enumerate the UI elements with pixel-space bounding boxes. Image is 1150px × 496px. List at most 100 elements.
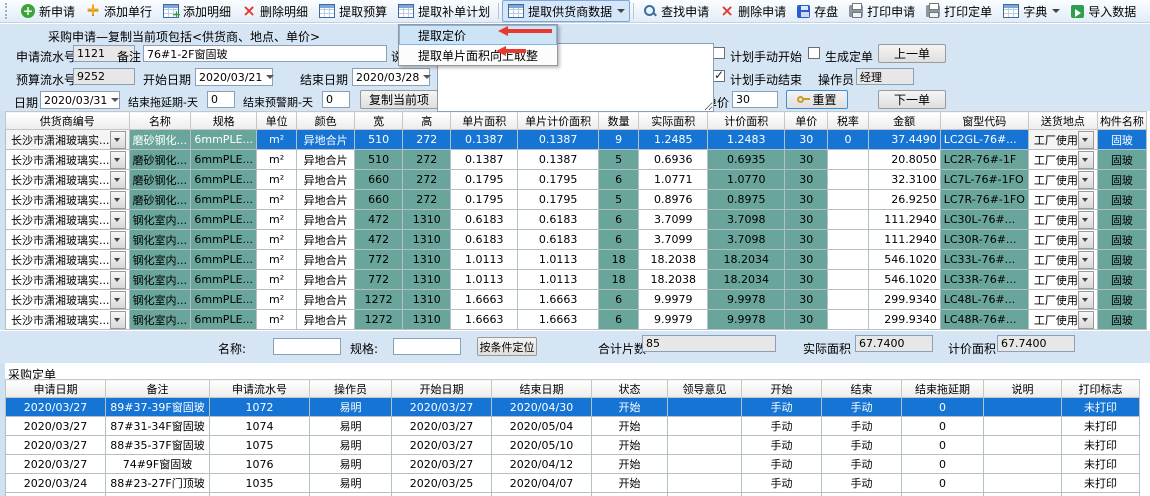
combo-arrow-icon[interactable] bbox=[1078, 251, 1094, 269]
column-header[interactable]: 高 bbox=[403, 112, 451, 130]
toolbar-item-extract-supplement-plan[interactable]: 提取补单计划 bbox=[392, 0, 495, 22]
column-header[interactable]: 结束拖延期 bbox=[902, 380, 984, 398]
column-header[interactable]: 宽 bbox=[355, 112, 403, 130]
toolbar-item-extract-supplier-data[interactable]: 提取供货商数据 bbox=[502, 0, 630, 22]
combo-arrow-icon[interactable] bbox=[110, 171, 126, 189]
end-warning-input[interactable] bbox=[322, 91, 350, 108]
table-row[interactable]: 2020/03/2488#23-27F门顶玻1035易明2020/03/2520… bbox=[6, 474, 1140, 493]
column-header[interactable]: 金额 bbox=[868, 112, 940, 130]
toolbar-item-import-data[interactable]: 导入数据 bbox=[1065, 1, 1141, 22]
remark-input[interactable] bbox=[143, 45, 387, 62]
column-header[interactable]: 单片面积 bbox=[451, 112, 518, 130]
plan-manual-start-checkbox[interactable] bbox=[713, 47, 725, 59]
column-header[interactable]: 申请日期 bbox=[6, 380, 106, 398]
table-row[interactable]: 长沙市潇湘玻璃实...钢化室内...6mmPLE...m²异地合片1272131… bbox=[6, 310, 1147, 330]
toolbar-item-new-application[interactable]: 新申请 bbox=[15, 1, 80, 22]
column-header[interactable]: 开始日期 bbox=[392, 380, 492, 398]
combo-arrow-icon[interactable] bbox=[110, 131, 126, 149]
combo-arrow-icon[interactable] bbox=[1078, 171, 1094, 189]
column-header[interactable]: 名称 bbox=[129, 112, 191, 130]
table-row[interactable]: 长沙市潇湘玻璃实...钢化室内...6mmPLE...m²异地合片7721310… bbox=[6, 250, 1147, 270]
table-row[interactable]: 2020/03/2787#31-34F窗固玻1074易明2020/03/2720… bbox=[6, 417, 1140, 436]
prev-order-button[interactable]: 上一单 bbox=[878, 44, 946, 63]
toolbar-item-dictionary[interactable]: 字典 bbox=[997, 0, 1065, 22]
menu-item-extract-piece-area-round-up[interactable]: 提取单片面积向上取整 bbox=[399, 45, 557, 65]
table-row[interactable]: 2020/03/2788#35-37F窗固玻1075易明2020/03/2720… bbox=[6, 436, 1140, 455]
column-header[interactable]: 结束 bbox=[822, 380, 902, 398]
combo-arrow-icon[interactable] bbox=[110, 191, 126, 209]
toolbar-item-extract-budget[interactable]: 提取预算 bbox=[313, 0, 392, 22]
table-row[interactable]: 长沙市潇湘玻璃实...钢化室内...6mmPLE...m²异地合片4721310… bbox=[6, 210, 1147, 230]
column-header[interactable]: 数量 bbox=[599, 112, 639, 130]
column-header[interactable]: 备注 bbox=[106, 380, 210, 398]
table-row[interactable]: 长沙市潇湘玻璃实...磨砂钢化...6mmPLE...m²异地合片5102720… bbox=[6, 150, 1147, 170]
name-filter-input[interactable] bbox=[273, 338, 341, 355]
unit-price-input[interactable] bbox=[732, 91, 778, 108]
column-header[interactable]: 单片计价面积 bbox=[518, 112, 599, 130]
start-date-select[interactable]: 2020/03/21 bbox=[195, 68, 273, 86]
combo-arrow-icon[interactable] bbox=[110, 251, 126, 269]
column-header[interactable]: 单位 bbox=[257, 112, 297, 130]
combo-arrow-icon[interactable] bbox=[110, 271, 126, 289]
next-order-button[interactable]: 下一单 bbox=[878, 90, 946, 109]
toolbar-item-add-detail[interactable]: 添加明细 bbox=[157, 0, 236, 22]
toolbar-item-delete-detail[interactable]: 删除明细 bbox=[236, 1, 313, 22]
column-header[interactable]: 单价 bbox=[785, 112, 828, 130]
combo-arrow-icon[interactable] bbox=[1078, 191, 1094, 209]
column-header[interactable]: 结束日期 bbox=[492, 380, 592, 398]
table-row[interactable]: 长沙市潇湘玻璃实...磨砂钢化...6mmPLE...m²异地合片5102720… bbox=[6, 130, 1147, 150]
operator-input[interactable] bbox=[856, 68, 914, 85]
combo-arrow-icon[interactable] bbox=[1078, 211, 1094, 229]
table-row[interactable]: 长沙市潇湘玻璃实...钢化室内...6mmPLE...m²异地合片1272131… bbox=[6, 290, 1147, 310]
table-row[interactable]: 长沙市潇湘玻璃实...钢化室内...6mmPLE...m²异地合片7721310… bbox=[6, 270, 1147, 290]
table-row[interactable] bbox=[6, 493, 1140, 496]
column-header[interactable]: 状态 bbox=[592, 380, 668, 398]
combo-arrow-icon[interactable] bbox=[110, 151, 126, 169]
column-header[interactable]: 申请流水号 bbox=[210, 380, 310, 398]
column-header[interactable]: 领导意见 bbox=[668, 380, 742, 398]
column-header[interactable]: 开始 bbox=[742, 380, 822, 398]
generate-order-checkbox[interactable] bbox=[808, 47, 820, 59]
date-select[interactable]: 2020/03/31 bbox=[40, 91, 120, 109]
table-row[interactable]: 长沙市潇湘玻璃实...磨砂钢化...6mmPLE...m²异地合片6602720… bbox=[6, 170, 1147, 190]
combo-arrow-icon[interactable] bbox=[1078, 271, 1094, 289]
combo-arrow-icon[interactable] bbox=[1078, 231, 1094, 249]
toolbar-item-print-order[interactable]: 打印定单 bbox=[920, 1, 997, 22]
combo-arrow-icon[interactable] bbox=[110, 211, 126, 229]
locate-by-condition-button[interactable]: 按条件定位 bbox=[477, 337, 537, 356]
copy-current-button[interactable]: 复制当前项 bbox=[360, 90, 438, 109]
toolbar-item-print-application[interactable]: 打印申请 bbox=[843, 1, 920, 22]
column-header[interactable]: 规格 bbox=[191, 112, 257, 130]
column-header[interactable]: 操作员 bbox=[310, 380, 392, 398]
chevron-down-icon[interactable] bbox=[1052, 9, 1060, 13]
toolbar-item-add-single-row[interactable]: 添加单行 bbox=[80, 1, 157, 22]
column-header[interactable]: 税率 bbox=[828, 112, 868, 130]
combo-arrow-icon[interactable] bbox=[110, 311, 126, 329]
column-header[interactable]: 说明 bbox=[984, 380, 1062, 398]
toolbar-item-search-application[interactable]: 查找申请 bbox=[637, 1, 714, 22]
combo-arrow-icon[interactable] bbox=[1078, 151, 1094, 169]
spec-filter-input[interactable] bbox=[393, 338, 461, 355]
combo-arrow-icon[interactable] bbox=[1078, 291, 1094, 309]
table-row[interactable]: 2020/03/2774#9F窗固玻1076易明2020/03/272020/0… bbox=[6, 455, 1140, 474]
column-header[interactable]: 供货商编号 bbox=[6, 112, 130, 130]
column-header[interactable]: 颜色 bbox=[297, 112, 355, 130]
column-header[interactable]: 构件名称 bbox=[1097, 112, 1146, 130]
combo-arrow-icon[interactable] bbox=[1078, 311, 1094, 329]
reset-button[interactable]: 重置 bbox=[786, 90, 848, 109]
combo-arrow-icon[interactable] bbox=[110, 231, 126, 249]
table-row[interactable]: 长沙市潇湘玻璃实...磨砂钢化...6mmPLE...m²异地合片6602720… bbox=[6, 190, 1147, 210]
end-delay-input[interactable] bbox=[207, 91, 235, 108]
toolbar-item-delete-application[interactable]: 删除申请 bbox=[714, 1, 791, 22]
chevron-down-icon[interactable] bbox=[617, 9, 625, 13]
column-header[interactable]: 计价面积 bbox=[708, 112, 785, 130]
end-date-select[interactable]: 2020/03/28 bbox=[352, 68, 430, 86]
combo-arrow-icon[interactable] bbox=[1078, 131, 1094, 149]
table-row[interactable]: 长沙市潇湘玻璃实...钢化室内...6mmPLE...m²异地合片4721310… bbox=[6, 230, 1147, 250]
combo-arrow-icon[interactable] bbox=[110, 291, 126, 309]
column-header[interactable]: 打印标志 bbox=[1062, 380, 1140, 398]
table-row[interactable]: 2020/03/2789#37-39F窗固玻1072易明2020/03/2720… bbox=[6, 398, 1140, 417]
column-header[interactable]: 实际面积 bbox=[639, 112, 708, 130]
budget-serial-input[interactable] bbox=[73, 68, 135, 85]
plan-manual-end-checkbox[interactable] bbox=[713, 70, 725, 82]
